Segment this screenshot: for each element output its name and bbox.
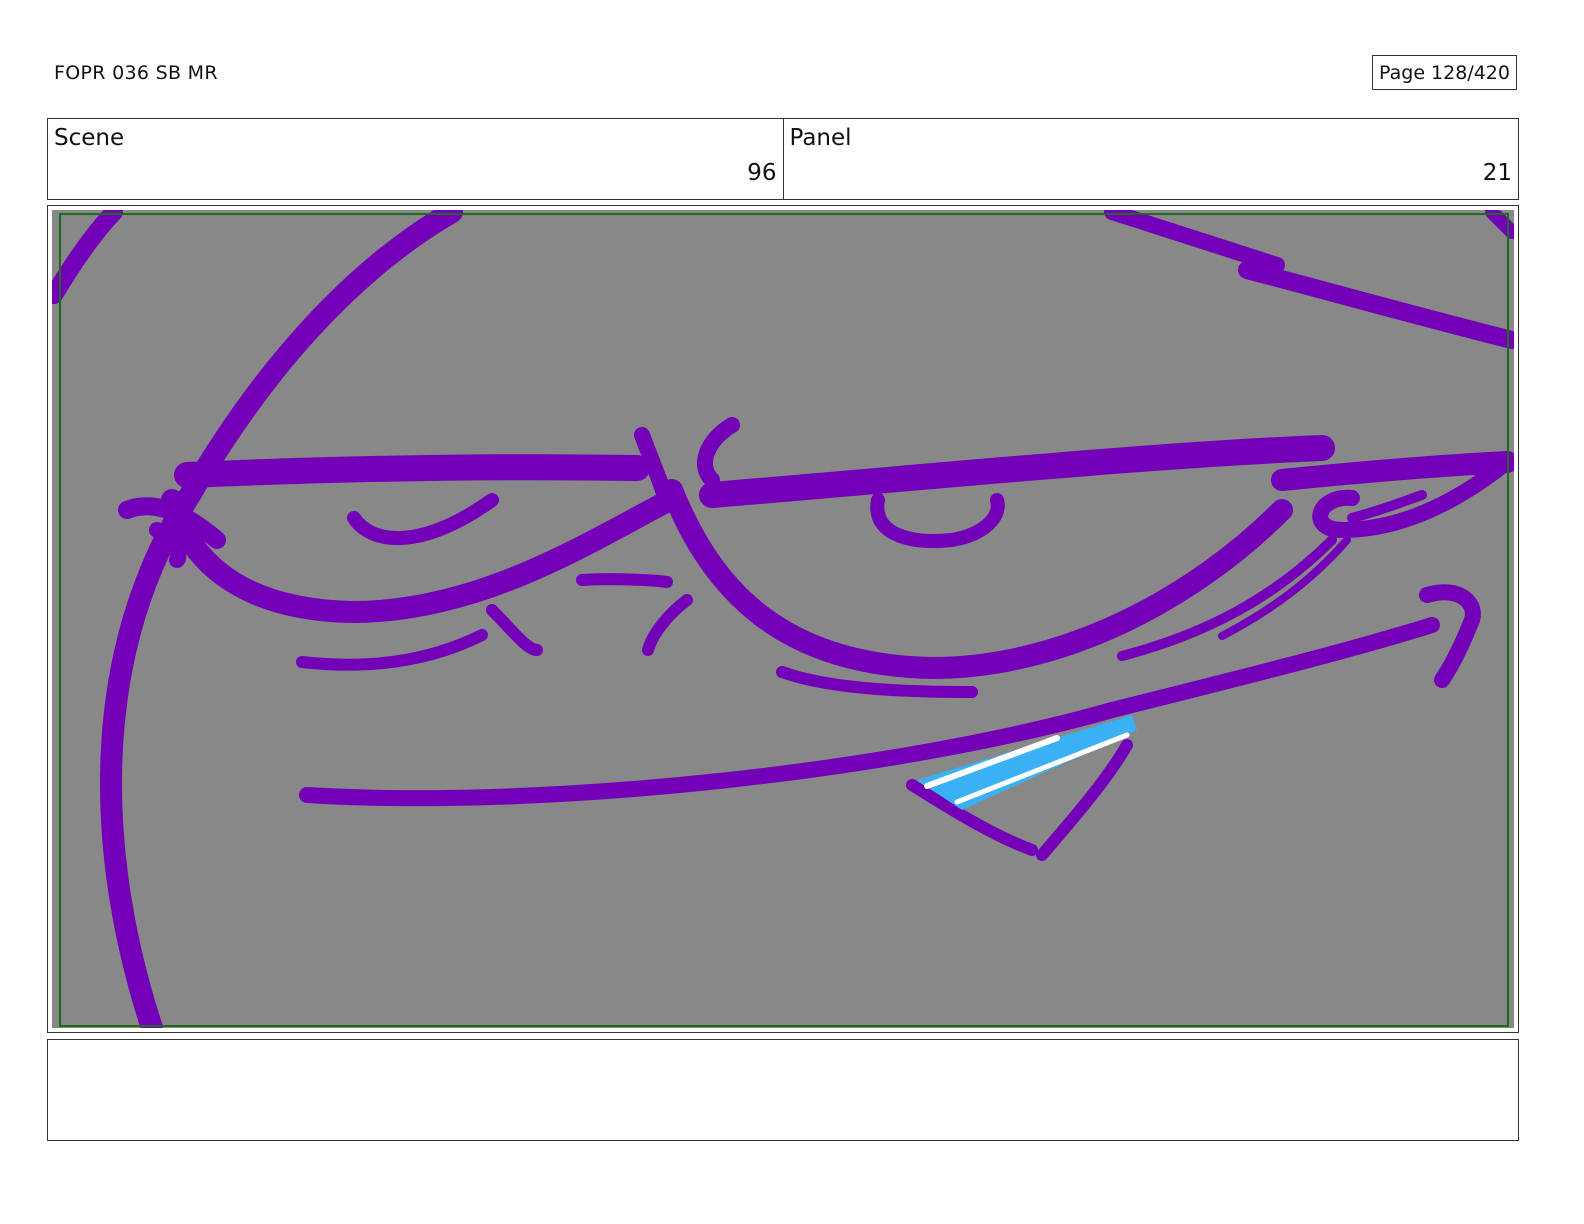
notes-box [47, 1039, 1519, 1141]
scene-cell: Scene 96 [48, 119, 783, 199]
storyboard-frame [47, 205, 1519, 1033]
scene-label: Scene [54, 125, 125, 151]
scene-panel-info: Scene 96 Panel 21 [47, 118, 1519, 200]
panel-label: Panel [789, 125, 852, 151]
panel-number: 21 [1482, 160, 1512, 186]
storyboard-sketch [52, 210, 1514, 1028]
scene-number: 96 [747, 160, 777, 186]
page-indicator: Page 128/420 [1372, 55, 1517, 90]
panel-cell: Panel 21 [782, 119, 1519, 199]
document-title: FOPR 036 SB MR [54, 62, 218, 84]
